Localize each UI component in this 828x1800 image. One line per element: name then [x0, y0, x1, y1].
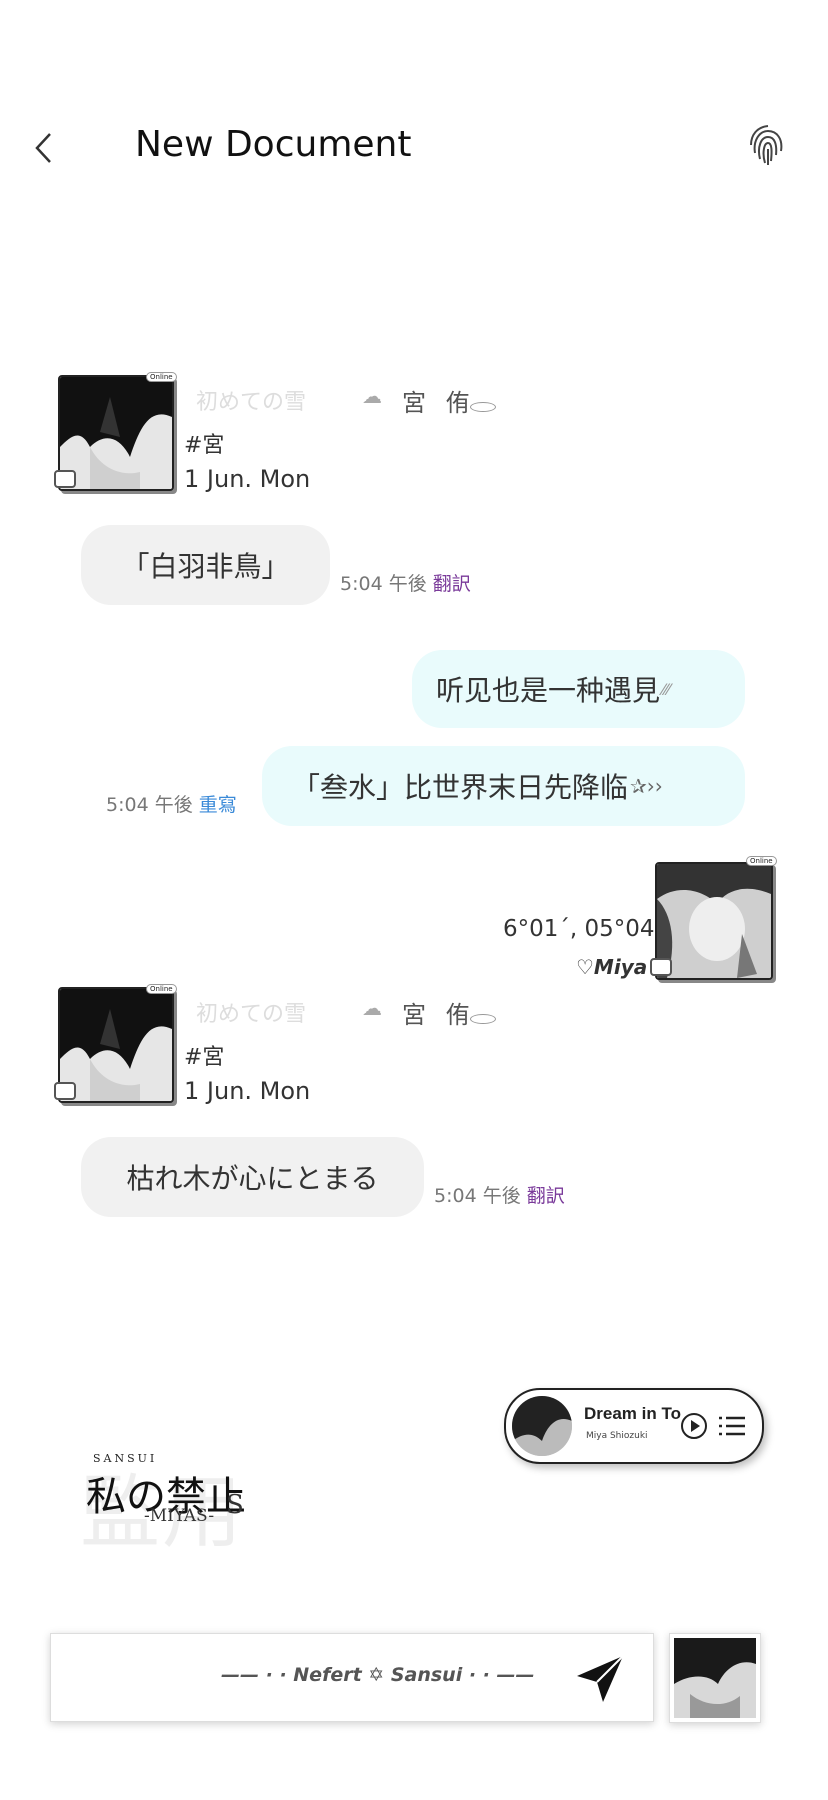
message-text: 听见也是一种遇見 — [436, 674, 661, 707]
sender-name: 宮 侑 — [402, 1001, 476, 1029]
play-icon — [681, 1413, 707, 1439]
sender-tag: #宮 — [184, 433, 225, 458]
avatar-image — [60, 989, 172, 1101]
fingerprint-button[interactable] — [745, 123, 791, 169]
page-title: New Document — [135, 124, 412, 165]
cloud-icon: ☁ — [362, 384, 382, 408]
decorative-text: 初めての雪 — [196, 1002, 307, 1027]
sender-tag: #宮 — [184, 1045, 225, 1070]
rewrite-button[interactable]: 重寫 — [199, 794, 237, 816]
song-title: Dream in To — [584, 1404, 681, 1423]
album-art — [512, 1396, 572, 1456]
send-icon — [577, 1655, 624, 1702]
chat-bubble-icon — [650, 958, 672, 976]
online-badge: Online — [746, 856, 777, 866]
chevron-left-icon — [35, 133, 51, 163]
self-avatar[interactable] — [655, 862, 773, 980]
profile-thumbnail[interactable] — [669, 1633, 761, 1723]
sparkle-icon: ⁄⁄⁄ — [662, 679, 671, 699]
decorative-text: 初めての雪 — [196, 390, 307, 415]
thumbnail-image — [670, 1634, 760, 1722]
back-button[interactable] — [30, 128, 56, 168]
message-text: 「叁水」比世界末日先降临 — [292, 771, 629, 804]
online-badge: Online — [146, 984, 177, 994]
message-date: 1 Jun. Mon — [184, 465, 311, 493]
message-bubble-outgoing[interactable]: 听见也是一种遇見 ⁄⁄⁄ — [412, 650, 745, 728]
sender-name: 宮 侑 — [402, 389, 476, 417]
message-text: 枯れ木が心にとまる — [126, 1162, 379, 1195]
logo-sub-text: -MIYAS- — [144, 1506, 215, 1526]
halo-icon — [470, 1014, 496, 1024]
send-button[interactable] — [573, 1652, 627, 1706]
playlist-button[interactable] — [718, 1414, 746, 1442]
avatar-image — [60, 377, 172, 489]
message-time: 5:04 午後 — [106, 794, 193, 816]
fingerprint-icon — [750, 125, 783, 165]
translate-button[interactable]: 翻訳 — [527, 1185, 565, 1207]
halo-icon — [470, 402, 496, 412]
list-icon — [719, 1416, 745, 1436]
translate-button[interactable]: 翻訳 — [433, 573, 471, 595]
chat-bubble-icon — [54, 470, 76, 488]
message-bubble[interactable]: 枯れ木が心にとまる — [81, 1137, 424, 1217]
message-bubble[interactable]: 「白羽非鳥」 — [81, 525, 330, 605]
self-name: ♡Miya — [576, 955, 648, 979]
chat-bubble-icon — [54, 1082, 76, 1100]
coordinates-text: 6°01´, 05°04 — [503, 916, 655, 942]
online-badge: Online — [146, 372, 177, 382]
cloud-icon: ☁ — [362, 996, 382, 1020]
message-text: 「白羽非鳥」 — [121, 550, 290, 583]
music-player-widget[interactable]: Dream in To Miya Shiozuki — [504, 1388, 764, 1464]
logo-side-text: S — [226, 1490, 244, 1520]
message-time: 5:04 午後 — [340, 573, 427, 595]
avatar-image — [657, 864, 771, 978]
play-button[interactable] — [680, 1412, 708, 1444]
artist-name: Miya Shiozuki — [586, 1431, 648, 1441]
message-time: 5:04 午後 — [434, 1185, 521, 1207]
star-icon: ✰›› — [630, 774, 663, 798]
message-input[interactable]: —— · · Nefert ✡ Sansui · · —— — [50, 1633, 654, 1722]
message-bubble-outgoing[interactable]: 「叁水」比世界末日先降临 ✰›› — [262, 746, 745, 826]
input-placeholder: —— · · Nefert ✡ Sansui · · —— — [221, 1664, 535, 1686]
message-date: 1 Jun. Mon — [184, 1077, 311, 1105]
